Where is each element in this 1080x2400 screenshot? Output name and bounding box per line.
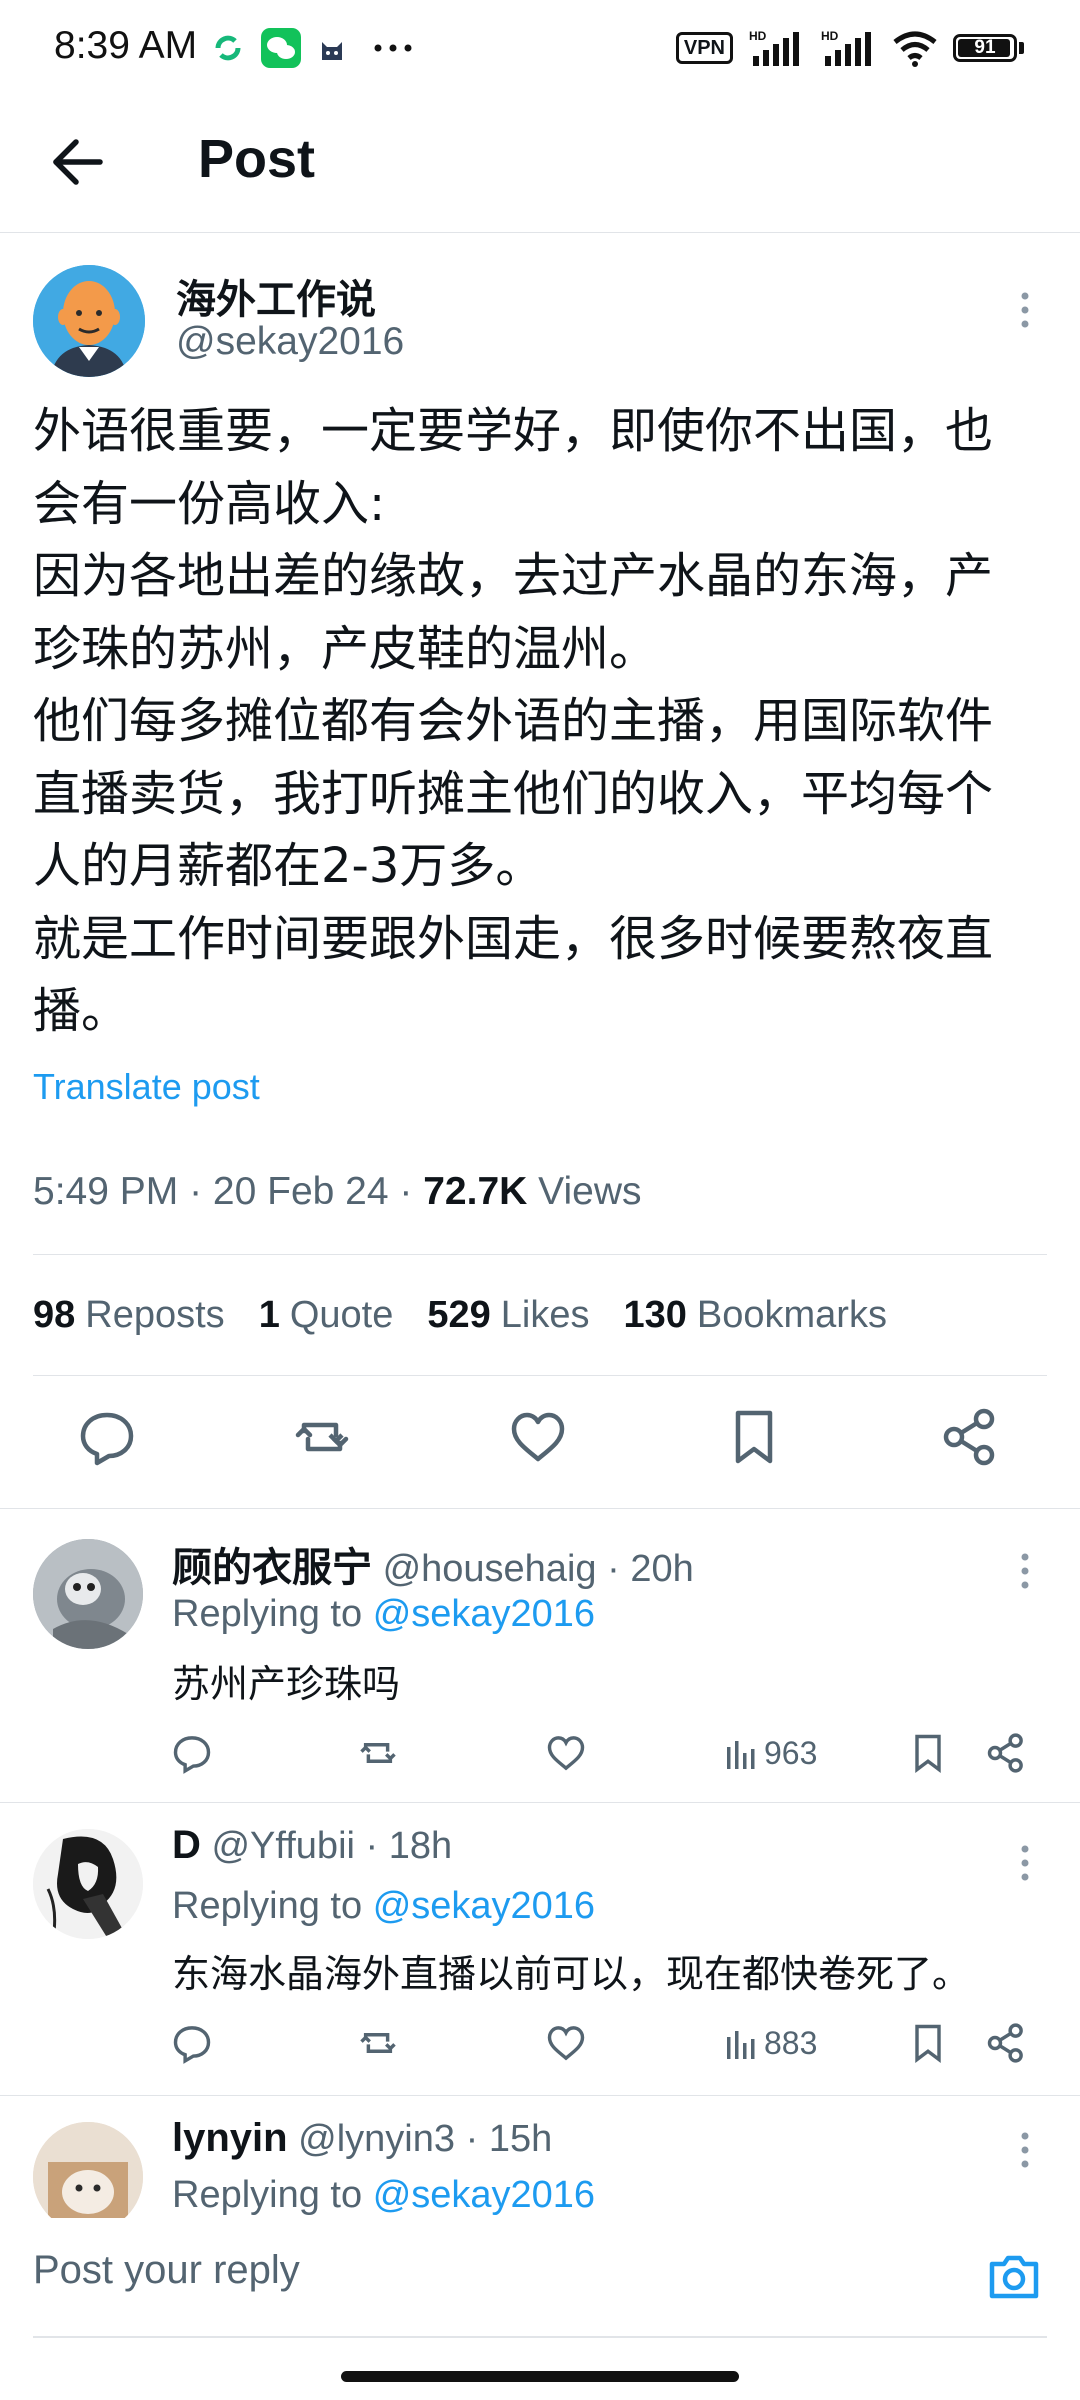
- analytics-icon: [727, 2030, 755, 2059]
- reply-age: 15h: [488, 2118, 553, 2160]
- views-count: 72.7K: [423, 1170, 528, 1213]
- battery-icon: 91: [953, 34, 1024, 62]
- home-indicator[interactable]: [341, 2371, 739, 2382]
- more-options-icon[interactable]: [1010, 290, 1040, 330]
- hd-label: HD: [749, 29, 767, 43]
- reply-author-handle[interactable]: @househaig: [383, 1548, 597, 1590]
- wifi-icon: [893, 31, 937, 67]
- bookmark-icon[interactable]: [906, 1731, 950, 1775]
- more-options-icon[interactable]: [1010, 2130, 1040, 2170]
- post-time: 5:49 PM: [33, 1170, 179, 1213]
- replying-to-handle[interactable]: @sekay2016: [373, 1885, 595, 1927]
- reply-author-name[interactable]: 顾的衣服宁: [172, 1546, 372, 1590]
- reply-author-handle[interactable]: @Yffubii: [211, 1825, 355, 1867]
- reply-avatar[interactable]: [33, 2122, 143, 2218]
- author-name[interactable]: 海外工作说: [176, 267, 376, 325]
- reply-item[interactable]: D @Yffubii · 18h Replying to @sekay2016 …: [0, 1803, 1080, 2095]
- share-icon[interactable]: [984, 2021, 1028, 2065]
- reply-icon[interactable]: [75, 1405, 139, 1469]
- repost-icon[interactable]: [356, 2021, 400, 2065]
- bookmark-icon[interactable]: [722, 1405, 786, 1469]
- reply-author-name[interactable]: lynyin: [172, 2116, 288, 2160]
- reply-author-name[interactable]: D: [172, 1823, 201, 1867]
- reply-icon[interactable]: [170, 1731, 214, 1775]
- signal-icon: HD: [749, 29, 799, 66]
- post-date: 20 Feb 24: [212, 1170, 389, 1213]
- author-avatar[interactable]: [33, 265, 145, 377]
- reply-composer-bar: Post your reply: [0, 2218, 1080, 2338]
- author-handle[interactable]: @sekay2016: [176, 320, 404, 364]
- reply-input[interactable]: Post your reply: [33, 2248, 300, 2293]
- reply-age: 18h: [388, 1825, 453, 1867]
- reply-age: 20h: [630, 1548, 694, 1590]
- reply-avatar[interactable]: [33, 1829, 143, 1939]
- page-title: Post: [198, 129, 316, 189]
- replying-to: Replying to @sekay2016: [172, 2174, 596, 2216]
- translate-post-link[interactable]: Translate post: [33, 1066, 260, 1108]
- replying-to-handle[interactable]: @sekay2016: [373, 1593, 595, 1635]
- divider: [33, 1375, 1047, 1376]
- reply-avatar[interactable]: [33, 1539, 143, 1649]
- signal-icon-2: HD: [821, 29, 871, 66]
- like-heart-icon[interactable]: [544, 2021, 588, 2065]
- wechat-icon: [261, 28, 301, 68]
- divider: [33, 1254, 1047, 1255]
- more-options-icon[interactable]: [1010, 1551, 1040, 1591]
- reply-header: D @Yffubii · 18h: [172, 1823, 453, 1867]
- hd-label-2: HD: [821, 29, 839, 43]
- back-arrow-icon[interactable]: [46, 130, 110, 194]
- top-app-bar: Post: [0, 96, 1080, 233]
- views-label: Views: [538, 1170, 642, 1213]
- share-icon[interactable]: [938, 1405, 1002, 1469]
- post-detail-screen: 8:39 AM VPN HD HD 91 Post 海外工作说 @sekay20…: [0, 0, 1080, 2400]
- reply-text: 东海水晶海外直播以前可以，现在都快卷死了。: [172, 1952, 971, 1996]
- share-icon[interactable]: [984, 1731, 1028, 1775]
- reposts-stat[interactable]: 98 Reposts: [33, 1294, 225, 1337]
- battery-level: 91: [974, 37, 996, 58]
- likes-stat[interactable]: 529 Likes: [427, 1294, 589, 1337]
- bookmark-icon[interactable]: [906, 2021, 950, 2065]
- analytics-icon: [727, 1740, 755, 1769]
- reply-views[interactable]: 883: [724, 2025, 817, 2062]
- like-heart-icon[interactable]: [544, 1731, 588, 1775]
- camera-icon[interactable]: [986, 2248, 1042, 2304]
- status-time: 8:39 AM: [54, 24, 198, 67]
- bookmarks-stat[interactable]: 130 Bookmarks: [623, 1294, 886, 1337]
- reply-header: 顾的衣服宁 @househaig · 20h: [172, 1546, 694, 1590]
- replying-to-handle[interactable]: @sekay2016: [373, 2174, 595, 2216]
- reply-input-underline: [33, 2336, 1047, 2338]
- post-body: 外语很重要，一定要学好，即使你不出国，也 会有一份高收入: 因为各地出差的缘故，…: [33, 403, 994, 1039]
- reply-author-handle[interactable]: @lynyin3: [298, 2118, 455, 2160]
- reply-icon[interactable]: [170, 2021, 214, 2065]
- engagement-stats: 98 Reposts 1 Quote 529 Likes 130 Bookmarks: [33, 1294, 887, 1337]
- reply-views-count: 883: [764, 2025, 818, 2061]
- vpn-badge: VPN: [675, 32, 733, 64]
- repost-icon[interactable]: [356, 1731, 400, 1775]
- reply-text: 苏州产珍珠吗: [172, 1662, 401, 1706]
- like-heart-icon[interactable]: [506, 1405, 570, 1469]
- sync-icon: [215, 35, 241, 61]
- status-bar: 8:39 AM VPN HD HD 91: [0, 0, 1080, 96]
- more-icon: [374, 44, 412, 52]
- reply-item[interactable]: lynyin @lynyin3 · 15h Replying to @sekay…: [0, 2096, 1080, 2218]
- more-options-icon[interactable]: [1010, 1843, 1040, 1883]
- repost-icon[interactable]: [290, 1405, 354, 1469]
- post-meta: 5:49 PM · 20 Feb 24 · 72.7K Views: [33, 1170, 642, 1213]
- status-right: VPN HD HD 91: [675, 28, 1024, 68]
- reply-item[interactable]: 顾的衣服宁 @househaig · 20h Replying to @seka…: [0, 1509, 1080, 1802]
- replying-to: Replying to @sekay2016: [172, 1885, 596, 1927]
- post-action-bar: [0, 1405, 1080, 1481]
- cat-icon: [322, 42, 342, 60]
- replying-to: Replying to @sekay2016: [172, 1593, 596, 1635]
- reply-header: lynyin @lynyin3 · 15h: [172, 2116, 553, 2160]
- reply-views-count: 963: [764, 1735, 818, 1771]
- quotes-stat[interactable]: 1 Quote: [259, 1294, 394, 1337]
- reply-views[interactable]: 963: [724, 1735, 817, 1772]
